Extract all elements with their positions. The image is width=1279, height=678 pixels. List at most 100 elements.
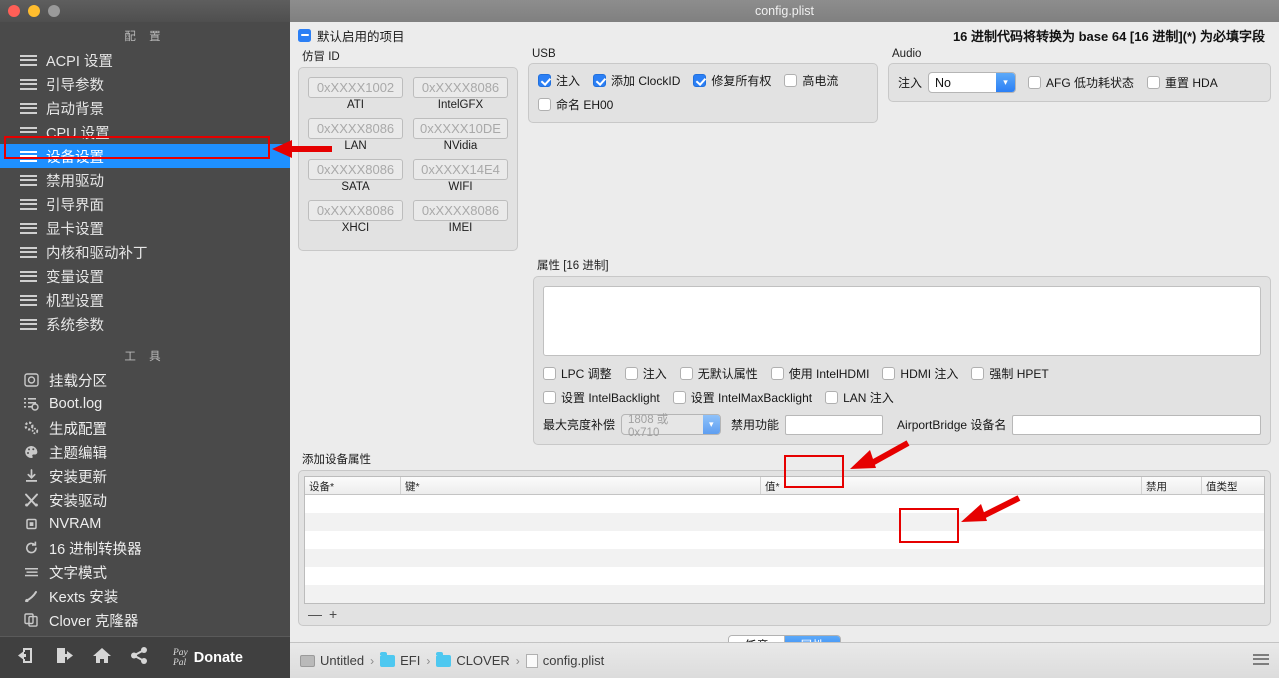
download-icon [22, 469, 40, 483]
breadcrumb-item-3[interactable]: config.plist [525, 653, 604, 668]
hamburger-icon[interactable] [1253, 653, 1269, 668]
sidebar-item-config-5[interactable]: 禁用驱动 [0, 168, 290, 192]
checkbox-LAN 注入[interactable]: LAN 注入 [825, 389, 894, 406]
default-enabled-label: 默认启用的项目 [317, 29, 405, 44]
spoof-cell-0: 0xXXXX1002 ATI [308, 77, 403, 116]
checkbox-注入[interactable]: 注入 [624, 365, 667, 382]
spoof-input-4[interactable]: 0xXXXX8086 [308, 159, 403, 180]
sidebar-item-tool-3[interactable]: 主题编辑 [0, 440, 290, 464]
import-icon[interactable] [18, 647, 37, 669]
add-device-props-title: 添加设备属性 [302, 454, 371, 466]
add-props-col-4: 值类型 [1206, 481, 1238, 493]
sidebar-item-tool-2[interactable]: 生成配置 [0, 416, 290, 440]
config-section-heading: 配 置 [124, 31, 166, 43]
breadcrumb-item-2[interactable]: CLOVER [436, 651, 510, 668]
add-row-button[interactable]: + [329, 606, 337, 622]
add-props-empty-row[interactable] [305, 495, 1264, 513]
audio-section: Audio 注入 No ▾ AFG 低功耗状态 重置 HDA [888, 48, 1271, 251]
max-backlight-value: 1808 或 0x710 [628, 413, 669, 439]
folder-icon [436, 651, 452, 667]
checkbox-添加 ClockID[interactable]: 添加 ClockID [593, 72, 680, 89]
spoof-input-2[interactable]: 0xXXXX8086 [308, 118, 403, 139]
add-props-empty-row[interactable] [305, 585, 1264, 603]
checkbox-设置 IntelMaxBacklight[interactable]: 设置 IntelMaxBacklight [672, 389, 812, 406]
list-icon [20, 198, 37, 211]
default-enabled-checkbox[interactable]: 默认启用的项目 [298, 26, 405, 45]
checkbox-设置 IntelBacklight[interactable]: 设置 IntelBacklight [543, 389, 660, 406]
sidebar-item-config-10[interactable]: 机型设置 [0, 288, 290, 312]
minimize-button[interactable] [28, 5, 40, 17]
zoom-button[interactable] [48, 5, 60, 17]
audio-inject-select[interactable]: No ▾ [928, 72, 1017, 93]
list-icon [20, 78, 37, 91]
checkbox-强制 HPET[interactable]: 强制 HPET [971, 365, 1049, 382]
sidebar-item-config-8[interactable]: 内核和驱动补丁 [0, 240, 290, 264]
add-props-empty-row[interactable] [305, 513, 1264, 531]
checkbox-注入[interactable]: 注入 [538, 72, 580, 89]
sidebar-item-tool-9[interactable]: Kexts 安装 [0, 584, 290, 608]
checkbox-box [538, 74, 551, 87]
sidebar-item-tool-0[interactable]: 挂载分区 [0, 368, 290, 392]
add-props-empty-row[interactable] [305, 549, 1264, 567]
spoof-input-1[interactable]: 0xXXXX8086 [413, 77, 508, 98]
spoof-input-5[interactable]: 0xXXXX14E4 [413, 159, 508, 180]
spoof-input-7[interactable]: 0xXXXX8086 [413, 200, 508, 221]
properties-box: LPC 调整 注入 无默认属性 使用 IntelHDMI HDMI 注入 强制 HPET … [533, 276, 1271, 445]
sidebar-item-config-3[interactable]: CPU 设置 [0, 120, 290, 144]
spoof-input-3[interactable]: 0xXXXX10DE [413, 118, 508, 139]
paypal-logo: Pay Pal [173, 648, 188, 668]
sidebar-item-config-11[interactable]: 系统参数 [0, 312, 290, 336]
disable-function-input[interactable] [785, 414, 884, 435]
donate-button[interactable]: Pay Pal Donate [173, 648, 243, 668]
sidebar-item-tool-8[interactable]: 文字模式 [0, 560, 290, 584]
sidebar-item-tool-5[interactable]: 安装驱动 [0, 488, 290, 512]
checkbox-高电流[interactable]: 高电流 [784, 72, 838, 89]
airport-bridge-input[interactable] [1012, 414, 1261, 435]
checkbox-修复所有权[interactable]: 修复所有权 [693, 72, 771, 89]
checkbox-AFG 低功耗状态[interactable]: AFG 低功耗状态 [1028, 74, 1134, 91]
sidebar-item-config-7[interactable]: 显卡设置 [0, 216, 290, 240]
close-button[interactable] [8, 5, 20, 17]
spoof-caption-4: SATA [341, 181, 370, 193]
checkbox-重置 HDA[interactable]: 重置 HDA [1147, 74, 1218, 91]
share-icon[interactable] [130, 646, 149, 669]
sidebar-item-config-0[interactable]: ACPI 设置 [0, 48, 290, 72]
spoof-input-6[interactable]: 0xXXXX8086 [308, 200, 403, 221]
remove-row-button[interactable]: — [308, 606, 322, 622]
list-icon [20, 318, 37, 331]
sidebar-item-label: 机型设置 [46, 293, 104, 310]
max-backlight-select[interactable]: 1808 或 0x710 ▾ [621, 414, 722, 439]
audio-inject-label: 注入 [898, 76, 923, 90]
sidebar-item-tool-6[interactable]: NVRAM [0, 512, 290, 536]
checkbox-box [825, 391, 839, 404]
sidebar-item-tool-4[interactable]: 安装更新 [0, 464, 290, 488]
sidebar-item-config-1[interactable]: 引导参数 [0, 72, 290, 96]
spoof-input-0[interactable]: 0xXXXX1002 [308, 77, 403, 98]
breadcrumb-item-1[interactable]: EFI [380, 651, 420, 668]
config-nav-list: ACPI 设置 引导参数 启动背景 CPU 设置 设备设置 禁用驱动引导界面显卡设置 内核和… [0, 48, 290, 336]
sidebar-item-label: 引导界面 [46, 197, 104, 214]
sidebar-item-config-2[interactable]: 启动背景 [0, 96, 290, 120]
max-backlight-label: 最大亮度补偿 [543, 418, 616, 432]
breadcrumb-item-0[interactable]: Untitled [300, 653, 364, 668]
checkbox-label: 修复所有权 [711, 74, 772, 88]
properties-title: 属性 [16 进制] [537, 260, 609, 272]
export-icon[interactable] [55, 647, 74, 669]
checkbox-HDMI 注入[interactable]: HDMI 注入 [882, 365, 958, 382]
sidebar-item-tool-10[interactable]: Clover 克隆器 [0, 608, 290, 632]
sidebar-item-config-9[interactable]: 变量设置 [0, 264, 290, 288]
checkbox-LPC 调整[interactable]: LPC 调整 [543, 365, 612, 382]
checkbox-无默认属性[interactable]: 无默认属性 [679, 365, 758, 382]
add-props-empty-row[interactable] [305, 567, 1264, 585]
checkbox-命名 EH00[interactable]: 命名 EH00 [538, 96, 613, 113]
sidebar-item-tool-1[interactable]: Boot.log [0, 392, 290, 416]
properties-hex-textarea[interactable] [543, 286, 1261, 356]
audio-checkboxes: AFG 低功耗状态 重置 HDA [1028, 74, 1218, 91]
checkbox-使用 IntelHDMI[interactable]: 使用 IntelHDMI [770, 365, 869, 382]
tools-icon [22, 493, 40, 507]
sidebar-item-tool-7[interactable]: 16 进制转换器 [0, 536, 290, 560]
sidebar-item-config-6[interactable]: 引导界面 [0, 192, 290, 216]
sidebar-item-config-4[interactable]: 设备设置 [0, 144, 290, 168]
home-icon[interactable] [92, 647, 112, 669]
add-props-empty-row[interactable] [305, 531, 1264, 549]
